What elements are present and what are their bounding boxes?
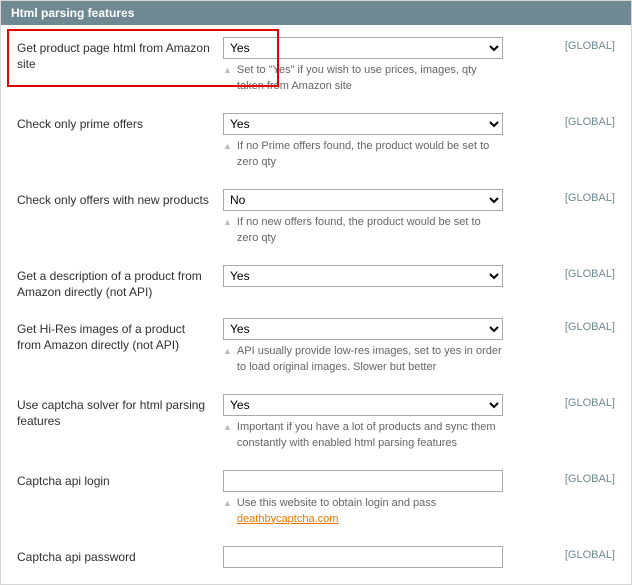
- field-control: Yes: [223, 265, 503, 287]
- field-label: Get a description of a product from Amaz…: [17, 265, 223, 300]
- field-help: ▲ Important if you have a lot of product…: [223, 420, 503, 452]
- field-prime: Check only prime offers Yes ▲ If no Prim…: [17, 113, 615, 171]
- triangle-up-icon: ▲: [223, 139, 232, 171]
- field-help: ▲ API usually provide low-res images, se…: [223, 344, 503, 376]
- field-label: Get Hi-Res images of a product from Amaz…: [17, 318, 223, 353]
- scope-label: [GLOBAL]: [503, 113, 615, 128]
- scope-label: [GLOBAL]: [503, 37, 615, 52]
- field-control: No ▲ If no new offers found, the product…: [223, 189, 503, 247]
- scope-label: [GLOBAL]: [503, 546, 615, 561]
- field-control: [223, 546, 503, 568]
- field-label: Check only offers with new products: [17, 189, 223, 208]
- field-label: Captcha api login: [17, 470, 223, 489]
- field-control: Yes ▲ API usually provide low-res images…: [223, 318, 503, 376]
- field-label: Captcha api password: [17, 546, 223, 565]
- panel-body: Get product page html from Amazon site Y…: [1, 25, 631, 584]
- html-parsing-panel: Html parsing features Get product page h…: [0, 0, 632, 585]
- field-description: Get a description of a product from Amaz…: [17, 265, 615, 300]
- get-html-select[interactable]: Yes: [223, 37, 503, 59]
- field-control: ▲ Use this website to obtain login and p…: [223, 470, 503, 528]
- help-text-prefix: Use this website to obtain login and pas…: [237, 497, 436, 509]
- prime-select[interactable]: Yes: [223, 113, 503, 135]
- scope-label: [GLOBAL]: [503, 189, 615, 204]
- field-get-html: Get product page html from Amazon site Y…: [17, 37, 615, 95]
- field-help: ▲ If no Prime offers found, the product …: [223, 139, 503, 171]
- field-control: Yes ▲ If no Prime offers found, the prod…: [223, 113, 503, 171]
- description-select[interactable]: Yes: [223, 265, 503, 287]
- field-label: Check only prime offers: [17, 113, 223, 132]
- scope-label: [GLOBAL]: [503, 394, 615, 409]
- captcha-login-input[interactable]: [223, 470, 503, 492]
- scope-label: [GLOBAL]: [503, 470, 615, 485]
- captcha-solver-select[interactable]: Yes: [223, 394, 503, 416]
- field-new-products: Check only offers with new products No ▲…: [17, 189, 615, 247]
- new-products-select[interactable]: No: [223, 189, 503, 211]
- triangle-up-icon: ▲: [223, 344, 232, 376]
- field-hires: Get Hi-Res images of a product from Amaz…: [17, 318, 615, 376]
- scope-label: [GLOBAL]: [503, 318, 615, 333]
- triangle-up-icon: ▲: [223, 420, 232, 452]
- captcha-pass-input[interactable]: [223, 546, 503, 568]
- field-captcha-login: Captcha api login ▲ Use this website to …: [17, 470, 615, 528]
- field-label: Get product page html from Amazon site: [17, 37, 223, 72]
- panel-title: Html parsing features: [1, 1, 631, 25]
- hires-select[interactable]: Yes: [223, 318, 503, 340]
- field-label: Use captcha solver for html parsing feat…: [17, 394, 223, 429]
- field-control: Yes ▲ Set to "Yes" if you wish to use pr…: [223, 37, 503, 95]
- scope-label: [GLOBAL]: [503, 265, 615, 280]
- triangle-up-icon: ▲: [223, 63, 232, 95]
- field-help: ▲ If no new offers found, the product wo…: [223, 215, 503, 247]
- field-control: Yes ▲ Important if you have a lot of pro…: [223, 394, 503, 452]
- field-help: ▲ Set to "Yes" if you wish to use prices…: [223, 63, 503, 95]
- field-captcha-solver: Use captcha solver for html parsing feat…: [17, 394, 615, 452]
- triangle-up-icon: ▲: [223, 215, 232, 247]
- field-captcha-pass: Captcha api password [GLOBAL]: [17, 546, 615, 568]
